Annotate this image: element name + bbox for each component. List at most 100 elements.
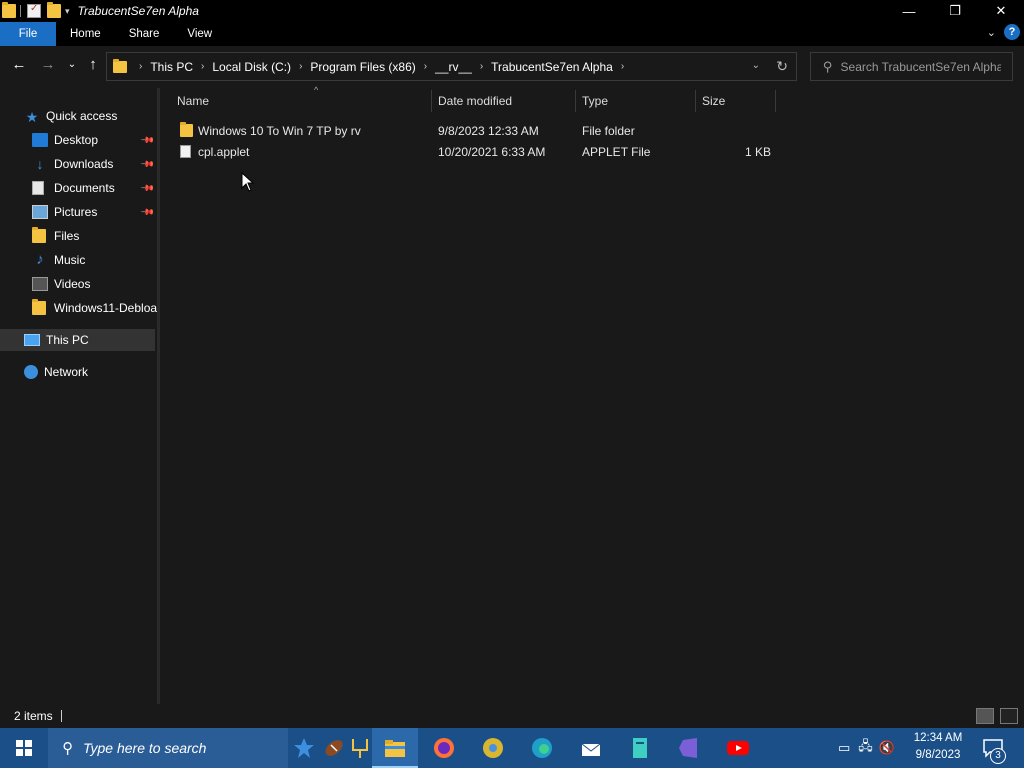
network-tray-icon[interactable]: 🖧 xyxy=(858,737,873,759)
nav-item-network[interactable]: Network xyxy=(0,361,157,383)
folder-icon xyxy=(2,2,16,18)
column-header-type[interactable]: Type xyxy=(582,88,695,114)
expand-ribbon-chevron-icon[interactable]: ⌄ xyxy=(987,26,996,39)
search-box[interactable]: ⚲ xyxy=(810,52,1013,81)
file-explorer-icon[interactable] xyxy=(383,736,407,760)
ribbon-tabs: File Home Share View ⌄ ? xyxy=(0,22,1024,46)
recent-locations-chevron-icon[interactable]: ⌄ xyxy=(61,59,83,70)
search-icon: ⚲ xyxy=(62,740,73,757)
window-controls: — ❐ ✕ xyxy=(886,0,1024,22)
taskbar-clock[interactable]: 12:34 AM 9/8/2023 xyxy=(906,730,970,764)
new-folder-icon[interactable] xyxy=(47,2,61,18)
nav-item-videos[interactable]: Videos xyxy=(0,273,157,295)
column-header-date[interactable]: Date modified xyxy=(438,88,575,114)
breadcrumb-separator-icon[interactable]: › xyxy=(201,61,204,72)
minimize-button[interactable]: — xyxy=(886,0,932,22)
breadcrumb-separator-icon[interactable]: › xyxy=(139,61,142,72)
column-divider[interactable] xyxy=(695,90,696,112)
breadcrumb-this-pc[interactable]: This PC xyxy=(148,60,195,74)
tab-home[interactable]: Home xyxy=(56,22,115,46)
notepad-icon[interactable] xyxy=(628,736,652,760)
back-arrow-icon[interactable]: ← xyxy=(8,56,30,73)
edge-icon[interactable] xyxy=(530,736,554,760)
tab-share[interactable]: Share xyxy=(115,22,174,46)
details-view-button[interactable] xyxy=(976,708,994,724)
tab-file[interactable]: File xyxy=(0,22,56,46)
pin-icon[interactable]: 📌 xyxy=(140,132,155,148)
file-row[interactable]: Windows 10 To Win 7 TP by rv 9/8/2023 12… xyxy=(172,120,772,141)
breadcrumb-separator-icon[interactable]: › xyxy=(480,61,483,72)
nav-item-label: Pictures xyxy=(54,205,98,219)
column-header-size[interactable]: Size xyxy=(702,88,774,114)
breadcrumb-separator-icon[interactable]: › xyxy=(621,61,624,72)
address-bar[interactable]: › This PC › Local Disk (C:) › Program Fi… xyxy=(106,52,797,81)
desktop-icon xyxy=(32,133,48,147)
nav-item-windows11-debloat[interactable]: Windows11-Debloa xyxy=(0,297,157,319)
folder-icon xyxy=(113,58,127,73)
documents-icon xyxy=(32,181,44,195)
nav-item-downloads[interactable]: ↓ Downloads 📌 xyxy=(0,153,157,175)
search-input[interactable] xyxy=(840,59,1001,74)
close-button[interactable]: ✕ xyxy=(978,0,1024,22)
nav-item-label: Videos xyxy=(54,277,91,291)
goalpost-icon[interactable] xyxy=(348,736,372,760)
nav-item-quick-access[interactable]: ★ Quick access xyxy=(0,105,157,127)
nav-item-pictures[interactable]: Pictures 📌 xyxy=(0,201,157,223)
large-icons-view-button[interactable] xyxy=(1000,708,1018,724)
nav-item-label: This PC xyxy=(46,333,89,347)
breadcrumb-rv[interactable]: __rv__ xyxy=(433,60,474,74)
meet-now-icon[interactable]: ▭ xyxy=(838,740,850,756)
chrome-icon[interactable] xyxy=(481,736,505,760)
computer-icon xyxy=(24,334,40,346)
breadcrumb-program-files[interactable]: Program Files (x86) xyxy=(308,60,417,74)
nav-item-label: Files xyxy=(54,229,80,243)
breadcrumb-separator-icon[interactable]: › xyxy=(299,61,302,72)
taskbar-search-placeholder: Type here to search xyxy=(83,740,207,756)
column-header-name[interactable]: Name ^ xyxy=(177,85,431,114)
restore-button[interactable]: ❐ xyxy=(932,0,978,22)
nav-item-this-pc[interactable]: This PC xyxy=(0,329,155,351)
customize-toolbar-chevron-icon[interactable]: ▾ xyxy=(65,6,70,17)
file-type: File folder xyxy=(582,123,635,138)
properties-icon[interactable] xyxy=(27,3,41,18)
taskbar-search-box[interactable]: ⚲ Type here to search xyxy=(48,728,288,768)
firefox-icon[interactable] xyxy=(432,736,456,760)
nav-item-music[interactable]: ♪ Music xyxy=(0,249,157,271)
mail-icon[interactable] xyxy=(579,736,603,760)
breadcrumb-separator-icon[interactable]: › xyxy=(424,61,427,72)
file-row[interactable]: cpl.applet 10/20/2021 6:33 AM APPLET Fil… xyxy=(172,141,772,162)
file-date: 9/8/2023 12:33 AM xyxy=(438,123,539,138)
refresh-icon[interactable]: ↻ xyxy=(776,58,788,75)
breadcrumb-local-disk[interactable]: Local Disk (C:) xyxy=(210,60,293,74)
column-divider[interactable] xyxy=(431,90,432,112)
status-bar: 2 items xyxy=(0,704,1024,728)
windows-logo-icon xyxy=(16,740,32,756)
address-history-chevron-icon[interactable]: ⌄ xyxy=(752,60,760,71)
taskbar-app-icon[interactable] xyxy=(292,736,316,760)
tab-view[interactable]: View xyxy=(173,22,226,46)
column-divider[interactable] xyxy=(575,90,576,112)
pin-icon[interactable]: 📌 xyxy=(140,156,155,172)
breadcrumb-current-folder[interactable]: TrabucentSe7en Alpha xyxy=(489,60,615,74)
file-list: Name ^ Date modified Type Size Windows 1… xyxy=(160,85,1024,704)
column-divider[interactable] xyxy=(775,90,776,112)
youtube-icon[interactable] xyxy=(726,736,750,760)
nav-item-documents[interactable]: Documents 📌 xyxy=(0,177,157,199)
nav-item-files[interactable]: Files xyxy=(0,225,157,247)
mouse-cursor-icon xyxy=(241,172,255,192)
up-arrow-icon[interactable]: ↑ xyxy=(82,56,104,73)
pin-icon[interactable]: 📌 xyxy=(140,204,155,220)
pin-icon[interactable]: 📌 xyxy=(140,180,155,196)
help-icon[interactable]: ? xyxy=(1004,24,1020,40)
nav-item-label: Windows11-Debloa xyxy=(53,301,157,315)
music-icon: ♪ xyxy=(36,251,44,268)
nav-item-desktop[interactable]: Desktop 📌 xyxy=(0,129,157,151)
start-button[interactable] xyxy=(0,728,48,768)
forward-arrow-icon[interactable]: → xyxy=(37,56,59,73)
volume-muted-icon[interactable]: 🔇 xyxy=(879,740,895,756)
football-game-icon[interactable] xyxy=(322,736,346,760)
visual-studio-icon[interactable] xyxy=(677,736,701,760)
search-icon: ⚲ xyxy=(823,58,833,74)
file-size: 1 KB xyxy=(745,144,772,159)
system-tray: ▭ 🖧 🔇 xyxy=(838,728,895,768)
